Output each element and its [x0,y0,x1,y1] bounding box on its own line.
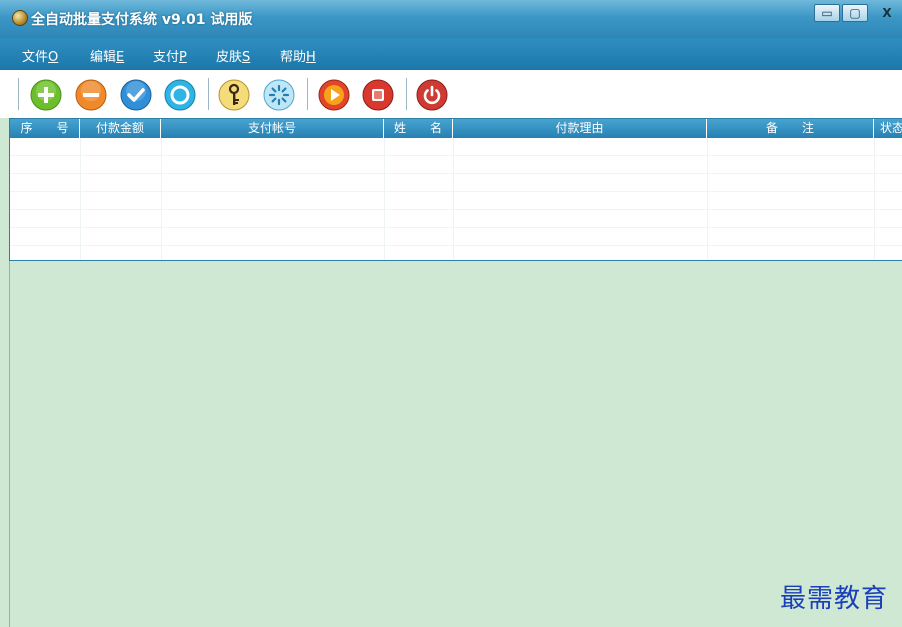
add-button[interactable] [30,79,62,111]
payment-table[interactable]: 序 号 付款金额 支付帐号 姓 名 付款理由 备 注 状态 [9,118,902,261]
toolbar-separator [208,78,209,110]
add-icon [30,79,62,111]
table-row[interactable] [10,210,902,228]
menu-edit[interactable]: 编辑E [90,46,124,65]
power-icon [416,79,448,111]
column-divider [874,138,875,260]
toolbar-separator [18,78,19,110]
select-button[interactable] [164,79,196,111]
column-divider [161,138,162,260]
table-row[interactable] [10,246,902,260]
column-header-status[interactable]: 状态 [874,119,902,138]
table-row[interactable] [10,174,902,192]
stop-icon [362,79,394,111]
column-header-remark[interactable]: 备 注 [707,119,874,138]
check-icon [120,79,152,111]
stop-button[interactable] [362,79,394,111]
confirm-button[interactable] [120,79,152,111]
toolbar-separator [307,78,308,110]
refresh-icon [263,79,295,111]
watermark-text: 最需教育 [780,584,889,614]
menu-pay[interactable]: 支付P [153,46,187,65]
table-row[interactable] [10,138,902,156]
table-row[interactable] [10,228,902,246]
menu-help[interactable]: 帮助H [280,46,316,65]
play-icon [318,79,350,111]
remove-icon [75,79,107,111]
key-icon [218,79,250,111]
maximize-button[interactable]: ▢ [842,4,868,22]
menu-file[interactable]: 文件O [22,46,58,65]
menu-skin[interactable]: 皮肤S [216,46,250,65]
remove-button[interactable] [75,79,107,111]
ring-icon [164,79,196,111]
left-margin [0,118,9,627]
start-button[interactable] [318,79,350,111]
app-window: 全自动批量支付系统 v9.01 试用版 ▭ ▢ X 文件O 编辑E 支付P 皮肤… [0,0,902,627]
key-button[interactable] [218,79,250,111]
column-divider [384,138,385,260]
table-header: 序 号 付款金额 支付帐号 姓 名 付款理由 备 注 状态 [10,119,902,138]
toolbar [0,70,902,119]
column-divider [453,138,454,260]
table-row[interactable] [10,192,902,210]
close-button[interactable]: X [872,4,902,22]
window-title: 全自动批量支付系统 v9.01 试用版 [31,12,253,28]
column-header-name[interactable]: 姓 名 [384,119,453,138]
minimize-button[interactable]: ▭ [814,4,840,22]
exit-button[interactable] [416,79,448,111]
column-header-seq[interactable]: 序 号 [10,119,80,138]
app-icon [12,10,28,26]
column-header-reason[interactable]: 付款理由 [453,119,707,138]
column-divider [80,138,81,260]
column-header-account[interactable]: 支付帐号 [161,119,384,138]
menu-bar: 文件O 编辑E 支付P 皮肤S 帮助H [0,38,902,70]
title-bar[interactable]: 全自动批量支付系统 v9.01 试用版 ▭ ▢ X [0,0,902,38]
column-header-amount[interactable]: 付款金额 [80,119,161,138]
column-divider [707,138,708,260]
log-panel [9,261,902,627]
refresh-button[interactable] [263,79,295,111]
table-row[interactable] [10,156,902,174]
toolbar-separator [406,78,407,110]
